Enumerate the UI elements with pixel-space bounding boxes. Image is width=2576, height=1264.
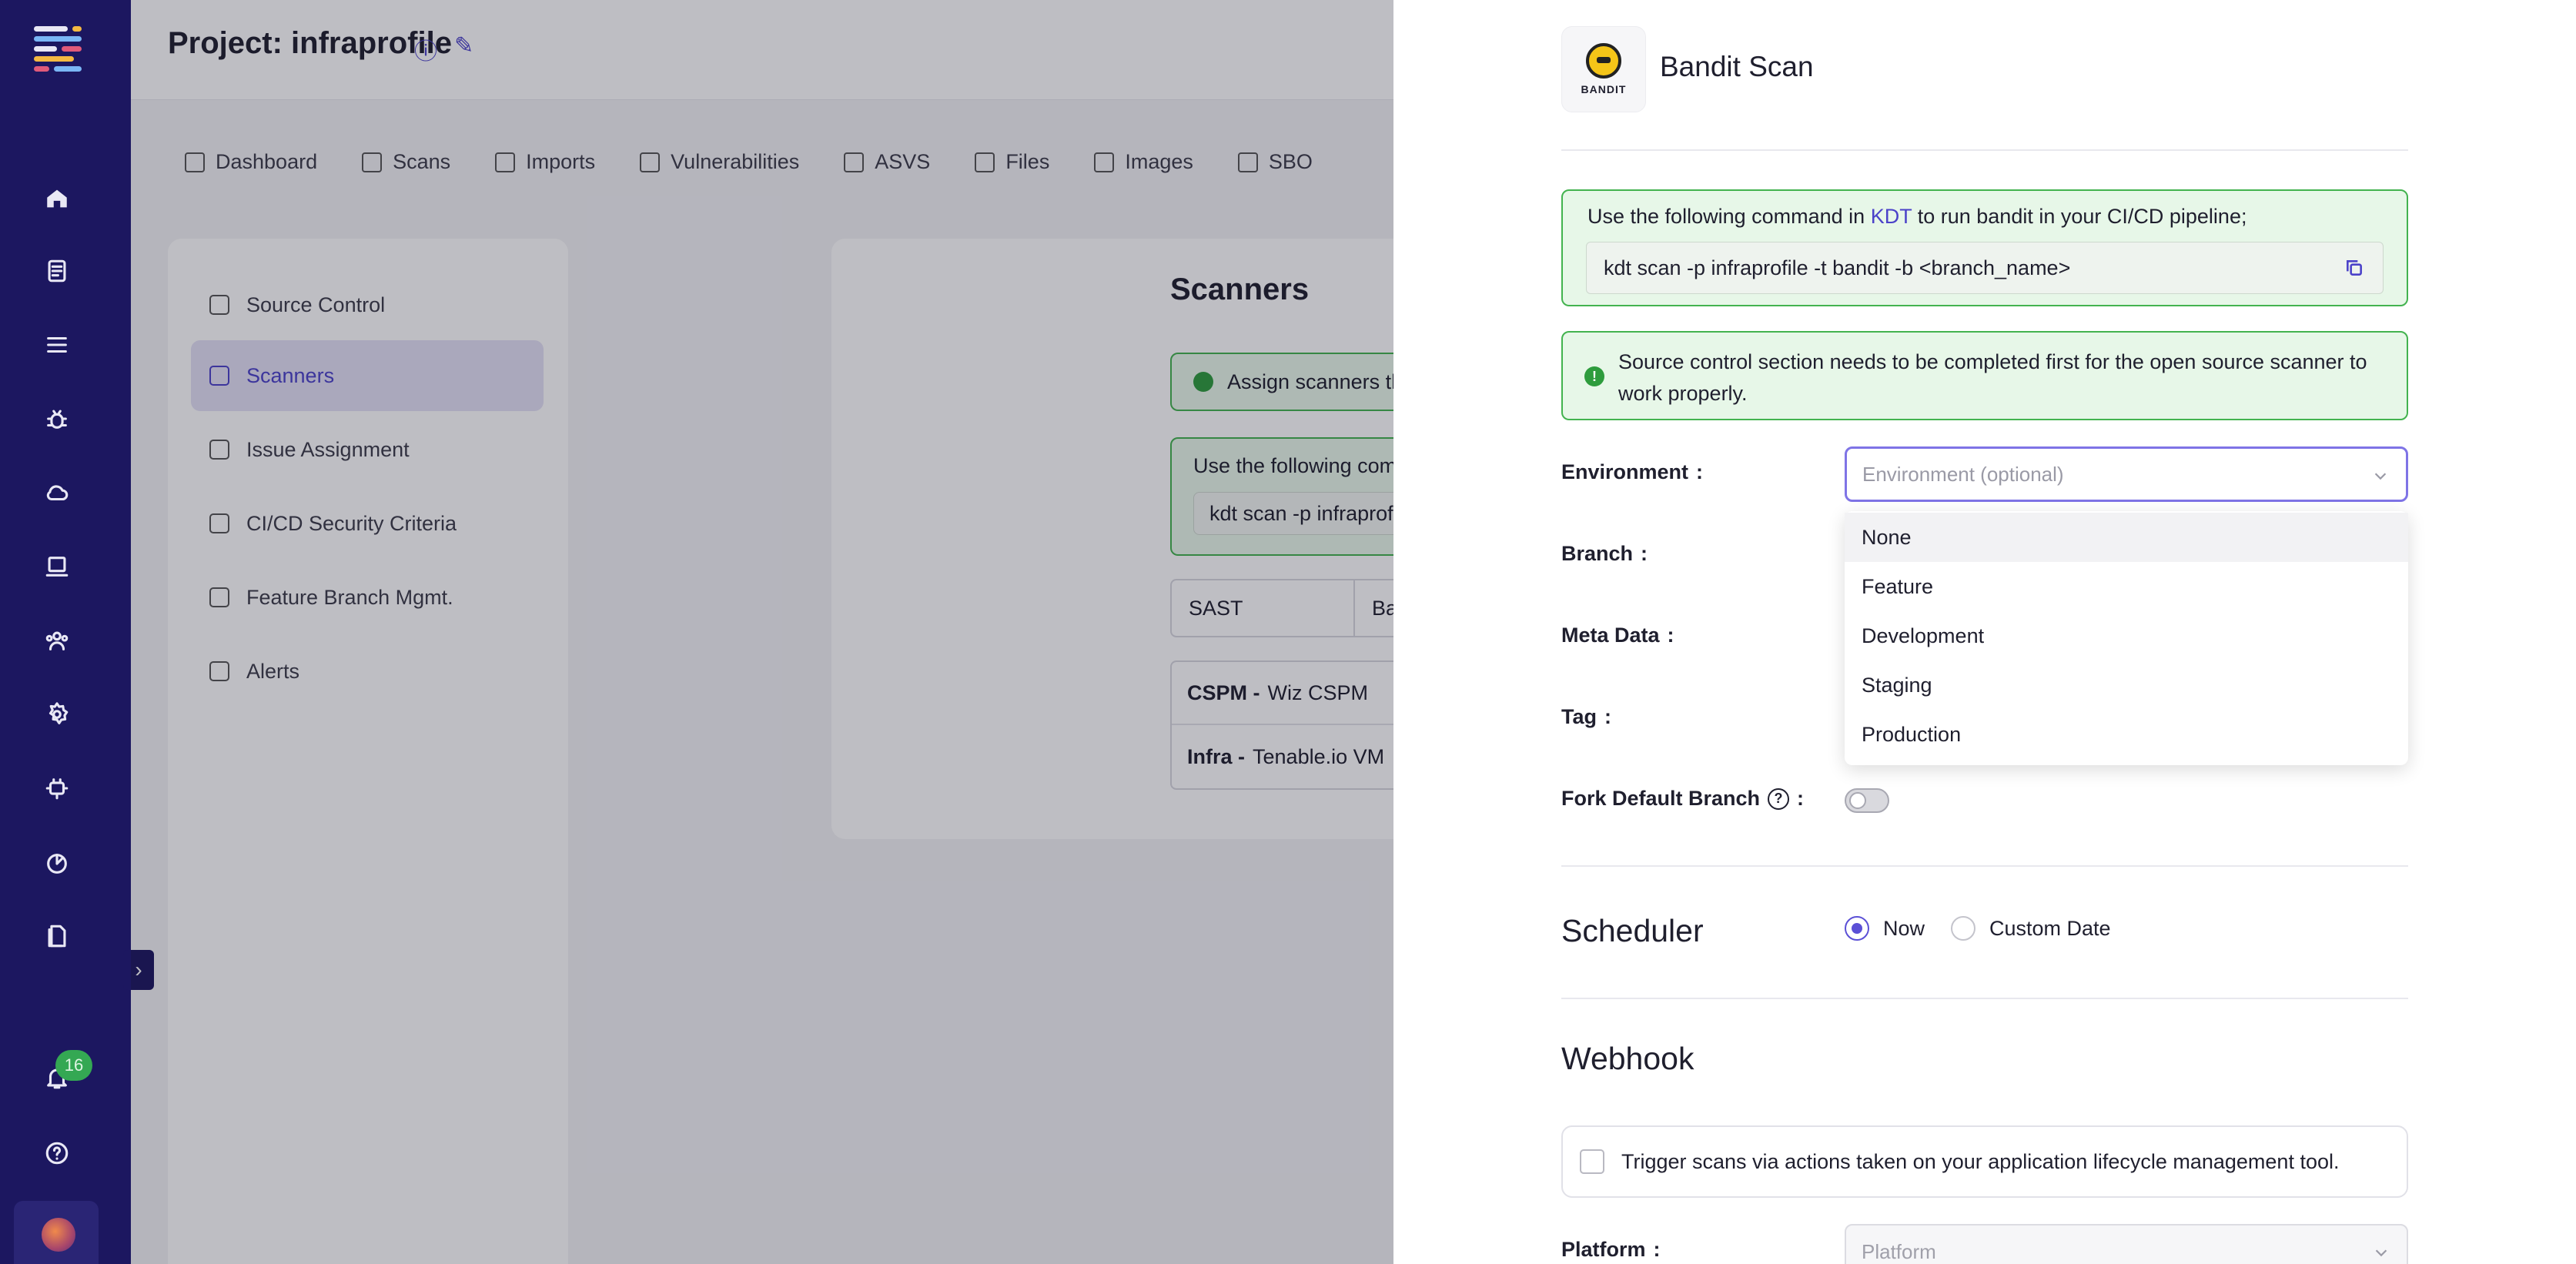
bee-icon	[1586, 43, 1621, 79]
webhook-checkbox[interactable]	[1580, 1149, 1604, 1174]
nav-rail: › 16	[0, 0, 154, 1264]
environment-select[interactable]: Environment (optional)	[1845, 446, 2408, 502]
environment-label: Environment:	[1561, 460, 1704, 483]
option-none[interactable]: None	[1845, 513, 2408, 562]
info-alert: ! Source control section needs to be com…	[1561, 331, 2408, 420]
help-icon[interactable]	[43, 1139, 71, 1167]
avatar	[42, 1218, 75, 1252]
copy-icon[interactable]	[2344, 258, 2364, 278]
team-icon[interactable]	[43, 627, 71, 654]
laptop-icon[interactable]	[43, 553, 71, 580]
meta-data-label: Meta Data:	[1561, 624, 1674, 647]
tag-label: Tag:	[1561, 705, 1611, 728]
option-production[interactable]: Production	[1845, 710, 2408, 759]
divider	[1561, 998, 2408, 999]
radio-custom-date[interactable]	[1951, 916, 1976, 941]
webhook-title: Webhook	[1561, 1041, 1694, 1076]
webhook-option: Trigger scans via actions taken on your …	[1561, 1125, 2408, 1198]
fork-default-branch-label: Fork Default Branch ? :	[1561, 787, 1805, 810]
app-logo[interactable]	[34, 26, 82, 72]
info-icon: !	[1584, 366, 1604, 386]
home-icon[interactable]	[43, 185, 71, 212]
command-box: Use the following command in KDT to run …	[1561, 189, 2408, 306]
bandit-logo: BANDIT	[1561, 26, 1646, 112]
scanner-drawer: BANDIT Bandit Scan Use the following com…	[1393, 0, 2576, 1264]
integrations-icon[interactable]	[43, 850, 71, 878]
fork-default-branch-toggle[interactable]	[1845, 788, 1889, 813]
reports-icon[interactable]	[43, 257, 71, 285]
platform-label: Platform:	[1561, 1238, 1661, 1261]
settings-icon[interactable]	[43, 701, 71, 728]
kdt-link[interactable]: KDT	[1871, 205, 1912, 228]
scheduler-title: Scheduler	[1561, 913, 1704, 948]
environment-dropdown: None Feature Development Staging Product…	[1845, 511, 2408, 765]
docs-icon[interactable]	[43, 922, 71, 950]
notification-badge: 16	[55, 1050, 92, 1081]
option-development[interactable]: Development	[1845, 611, 2408, 660]
scheduler-options: Now Custom Date	[1845, 916, 2111, 941]
user-menu[interactable]	[14, 1201, 99, 1264]
option-staging[interactable]: Staging	[1845, 660, 2408, 710]
cloud-icon[interactable]	[43, 479, 71, 507]
divider	[1561, 865, 2408, 867]
modal-backdrop[interactable]	[131, 0, 1524, 1264]
option-feature[interactable]: Feature	[1845, 562, 2408, 611]
drawer-title: Bandit Scan	[1660, 51, 1814, 82]
radio-now[interactable]	[1845, 916, 1869, 941]
plugin-icon[interactable]	[43, 774, 71, 802]
help-circle-icon[interactable]: ?	[1768, 787, 1790, 810]
branch-label: Branch:	[1561, 542, 1648, 565]
chevron-down-icon	[2372, 466, 2389, 483]
command-field[interactable]: kdt scan -p infraprofile -t bandit -b <b…	[1586, 242, 2384, 294]
platform-select[interactable]: Platform	[1845, 1224, 2408, 1264]
divider	[1561, 149, 2408, 151]
bug-icon[interactable]	[43, 405, 71, 433]
list-icon[interactable]	[43, 331, 71, 359]
chevron-down-icon	[2373, 1242, 2390, 1259]
